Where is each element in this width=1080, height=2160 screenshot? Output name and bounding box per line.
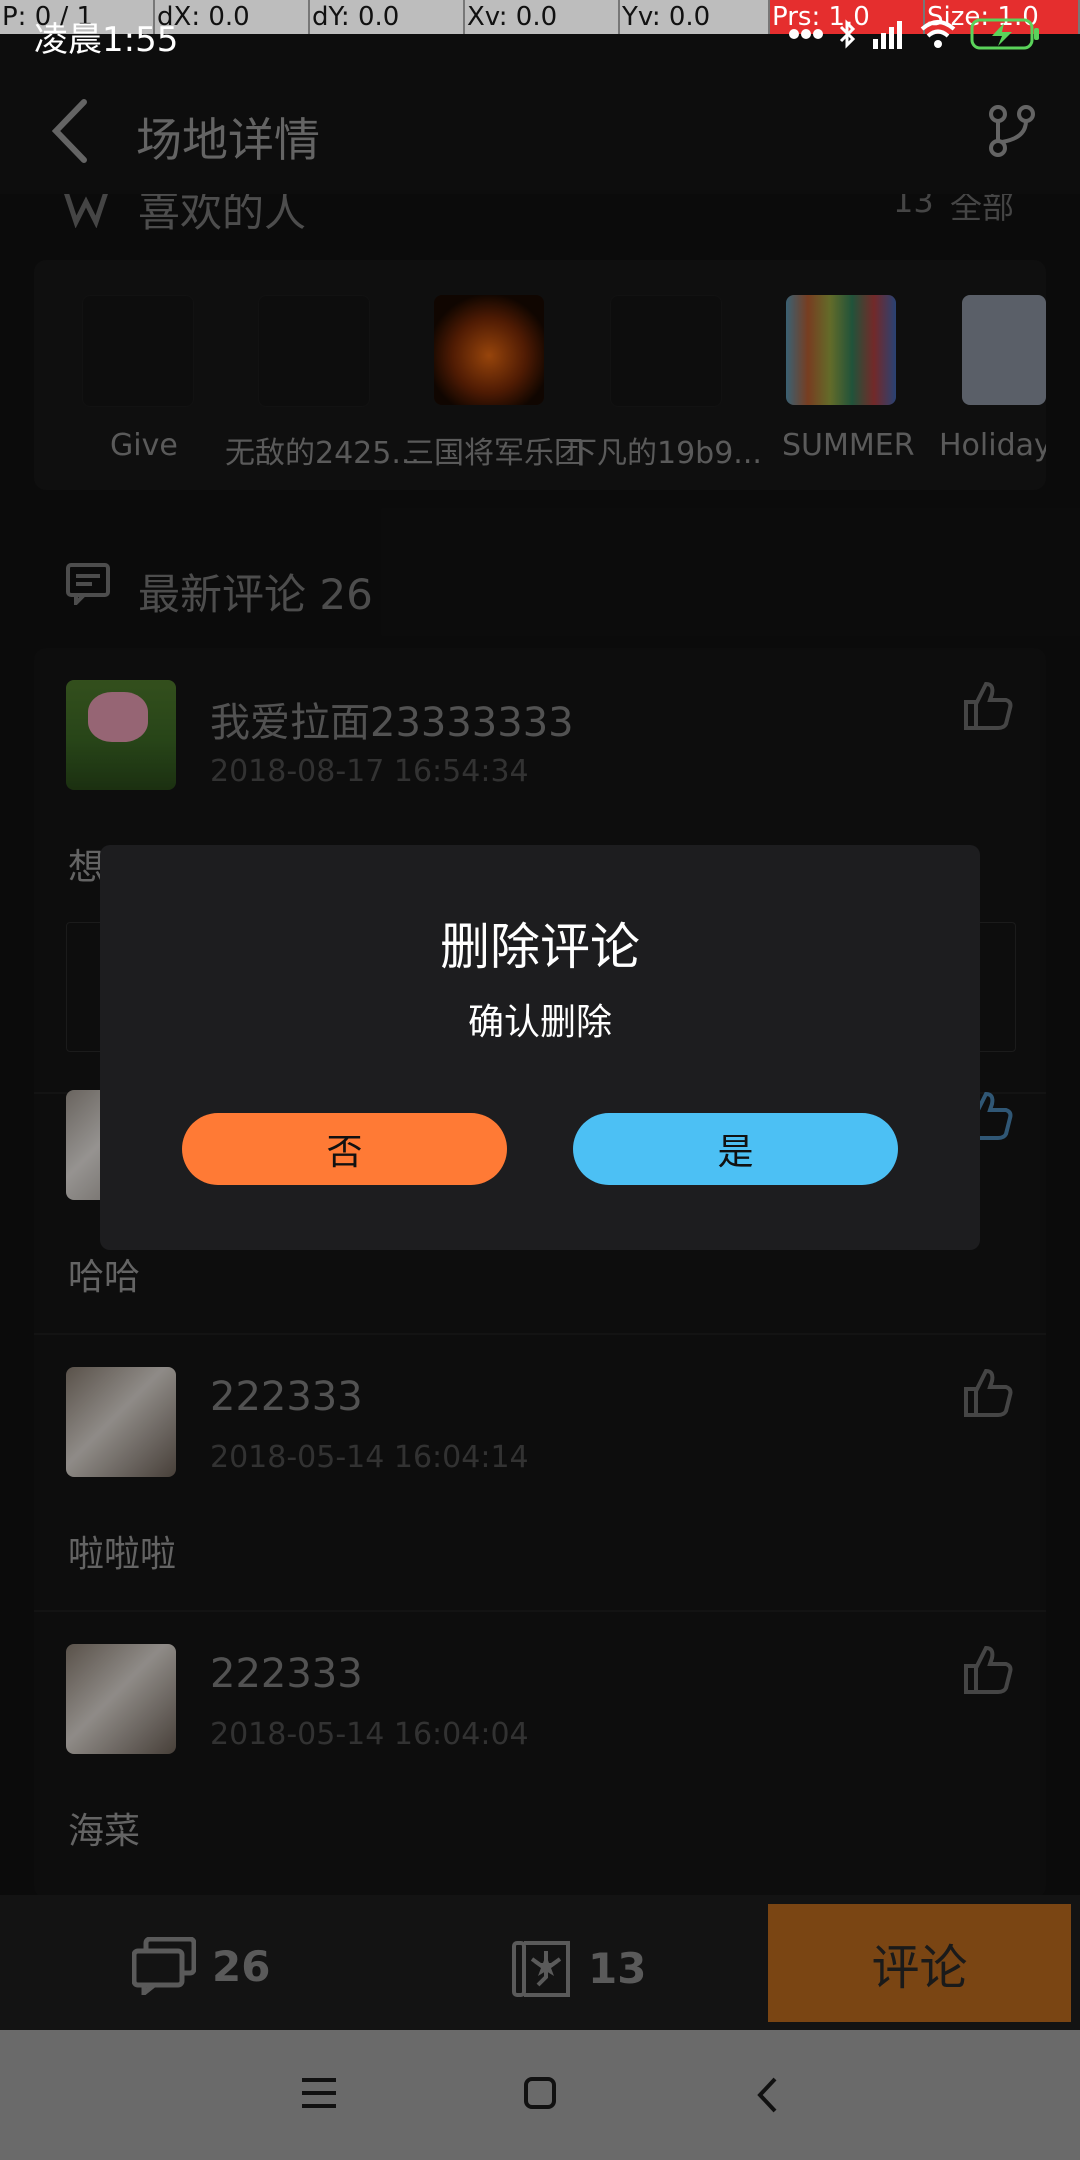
comment-author[interactable]: 222333 — [210, 1651, 363, 1697]
yes-button[interactable]: 是 — [573, 1113, 898, 1185]
no-button[interactable]: 否 — [182, 1113, 507, 1185]
comment-author[interactable]: 我爱拉面23333333 — [210, 690, 574, 748]
divider — [34, 1610, 1046, 1612]
like-user-name: 无敌的2425... — [225, 436, 420, 471]
like-user-name: 下凡的19b9... — [567, 436, 762, 471]
comments-section-title: 最新评论 26 — [138, 570, 373, 619]
page-title: 场地详情 — [136, 113, 320, 167]
comments-icon — [66, 563, 110, 605]
avatar[interactable] — [962, 295, 1046, 405]
comment-avatar[interactable] — [66, 1367, 176, 1477]
back-nav-icon[interactable] — [755, 2076, 779, 2114]
comment-date: 2018-05-14 16:04:04 — [210, 1717, 529, 1752]
like-user-name: Give — [110, 428, 178, 463]
avatar[interactable] — [258, 295, 370, 407]
like-user-name: 三国将军乐团 — [404, 436, 584, 471]
like-thumb-icon[interactable] — [962, 1644, 1014, 1696]
favorites-count: 13 — [588, 1943, 647, 1993]
app-header: 场地详情 — [0, 34, 1080, 194]
likes-icon — [63, 191, 109, 228]
comment-text: 海菜 — [68, 1811, 141, 1852]
bottom-action-bar: 26 13 评论 — [0, 1895, 1080, 2030]
favorite-star-icon — [512, 1941, 570, 1997]
comment-author[interactable]: 222333 — [210, 1374, 363, 1420]
like-user-name: Holiday / — [939, 428, 1046, 463]
debug-prs: Prs: 1.0 — [770, 0, 925, 34]
avatar[interactable] — [82, 295, 194, 407]
avatar[interactable] — [610, 295, 722, 407]
comments-count-button[interactable]: 26 — [132, 1937, 270, 1995]
delete-comment-dialog: 删除评论 确认删除 否 是 — [100, 845, 980, 1250]
avatar[interactable] — [786, 295, 896, 405]
back-arrow-icon[interactable] — [46, 96, 94, 166]
comments-count: 26 — [212, 1941, 271, 1991]
comment-date: 2018-05-14 16:04:14 — [210, 1440, 529, 1475]
debug-xv: Xv: 0.0 — [465, 0, 620, 34]
debug-p: P: 0 / 1 — [0, 0, 155, 34]
dialog-message: 确认删除 — [467, 1002, 612, 1043]
home-square-icon[interactable] — [523, 2076, 557, 2110]
favorites-count-button[interactable]: 13 — [512, 1937, 646, 1999]
debug-size: Size: 1.0 — [925, 0, 1080, 34]
menu-icon[interactable] — [300, 2076, 338, 2110]
system-nav-bar — [0, 2030, 1080, 2160]
avatar[interactable] — [434, 295, 544, 405]
comment-text: 哈哈 — [68, 1257, 141, 1298]
comment-avatar[interactable] — [66, 680, 176, 790]
debug-dy: dY: 0.0 — [310, 0, 465, 34]
share-icon[interactable] — [988, 104, 1036, 158]
comment-date: 2018-08-17 16:54:34 — [210, 754, 529, 789]
dialog-title: 删除评论 — [440, 918, 640, 976]
write-comment-button[interactable]: 评论 — [768, 1904, 1071, 2022]
pointer-debug-bar: P: 0 / 1 dX: 0.0 dY: 0.0 Xv: 0.0 Yv: 0.0… — [0, 0, 1080, 34]
like-thumb-icon[interactable] — [962, 680, 1014, 732]
debug-dx: dX: 0.0 — [155, 0, 310, 34]
like-thumb-icon[interactable] — [962, 1367, 1014, 1419]
debug-yv: Yv: 0.0 — [620, 0, 770, 34]
comment-avatar[interactable] — [66, 1644, 176, 1754]
comment-text: 想 — [68, 847, 105, 888]
like-user-name: SUMMER — [782, 428, 915, 463]
comments-bubble-icon — [132, 1937, 196, 1995]
comment-text: 啦啦啦 — [68, 1534, 177, 1575]
likes-card: Give 无敌的2425... 三国将军乐团 下凡的19b9... SUMMER… — [34, 260, 1046, 490]
divider — [34, 1333, 1046, 1335]
comments-list: 我爱拉面23333333 2018-08-17 16:54:34 想 哈哈 22… — [34, 648, 1046, 1898]
